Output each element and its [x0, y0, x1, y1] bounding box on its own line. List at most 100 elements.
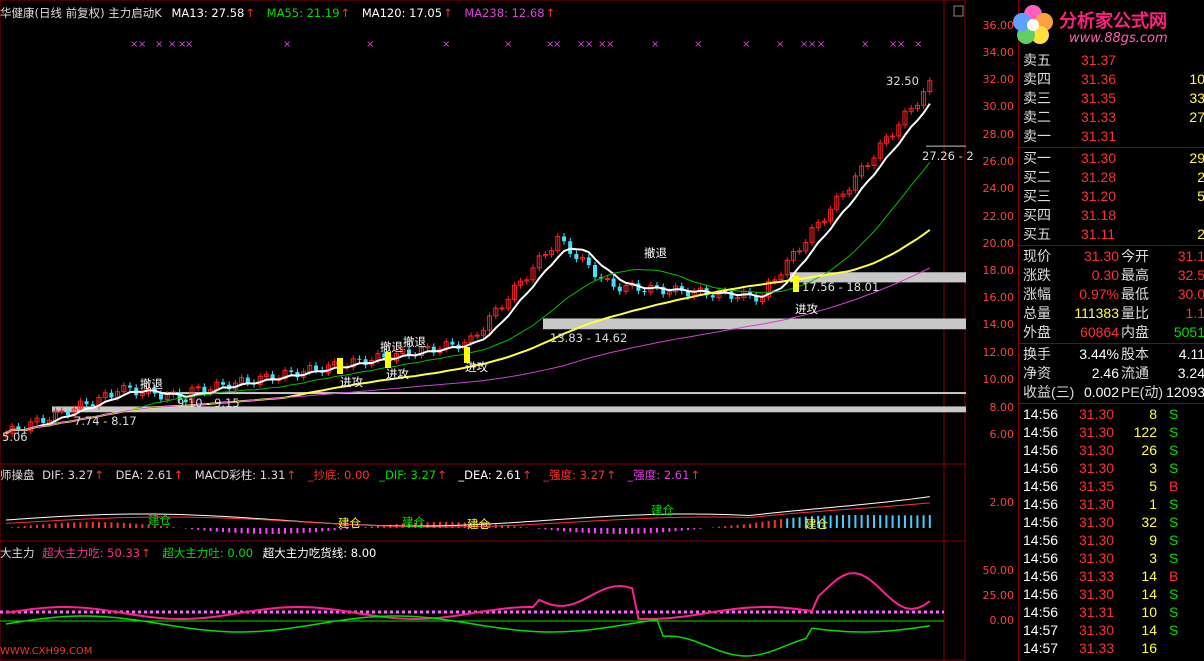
- ask-volume: 33: [1189, 90, 1204, 106]
- bid-volume: 2: [1197, 169, 1204, 185]
- force-header: 大主力 超大主力吃: 50.33↑ 超大主力吐: 0.00 超大主力吃货线: 8…: [0, 546, 377, 560]
- main-chart-header: 华健康(日线 前复权) 主力启动K MA13: 27.58↑ MA55: 21.…: [0, 6, 556, 20]
- tick-price: 31.30: [1079, 406, 1115, 422]
- tick-price: 31.33: [1079, 568, 1115, 584]
- tick-time: 14:56: [1023, 550, 1059, 566]
- price-tick: 8.00: [989, 401, 1015, 414]
- fund-value: 12093: [1166, 384, 1204, 400]
- tick-time: 14:56: [1023, 604, 1059, 620]
- signal-x-mark: ×: [155, 39, 163, 50]
- bid-row: 买一 31.30 29: [1019, 149, 1204, 168]
- price-tick: 22.00: [982, 210, 1015, 223]
- candle-body: [109, 392, 114, 398]
- tick-time: 14:56: [1023, 568, 1059, 584]
- bid-label: 买一: [1023, 150, 1051, 166]
- tick-volume: 14: [1141, 568, 1157, 584]
- retreat-signal: 撤退: [380, 340, 403, 354]
- quote-value: 31.1: [1177, 248, 1204, 264]
- tick-time: 14:56: [1023, 586, 1059, 602]
- site-logo[interactable]: 分析家公式网 www.88gs.com: [1009, 2, 1204, 50]
- low-price-label: 5.06: [2, 430, 28, 444]
- divider: [1019, 147, 1204, 148]
- price-tick: 10.00: [982, 373, 1015, 386]
- bid-label: 买四: [1023, 207, 1051, 223]
- signal-x-mark: ×: [914, 39, 922, 50]
- quote-label: 涨跌: [1023, 267, 1051, 283]
- candle-body: [159, 393, 163, 400]
- quote-value: 111383: [1074, 305, 1119, 321]
- quote-value: 5051: [1173, 324, 1204, 340]
- tick-volume: 3: [1149, 550, 1157, 566]
- tick-time: 14:56: [1023, 406, 1059, 422]
- ask-row: 卖四 31.36 10: [1019, 70, 1204, 89]
- signal-x-mark: ×: [776, 39, 784, 50]
- price-tick: 30.00: [982, 100, 1015, 113]
- signal-x-mark: ×: [283, 39, 291, 50]
- candle-body: [245, 377, 250, 383]
- tick-row: 14:56 31.30 14 S: [1019, 585, 1204, 604]
- logo-title: 分析家公式网: [1059, 11, 1167, 32]
- candle-body: [314, 365, 318, 371]
- tick-volume: 14: [1141, 586, 1157, 602]
- tick-volume: 1: [1149, 496, 1157, 512]
- ma120-value: MA120: 17.05: [361, 6, 443, 20]
- price-tick: 32.00: [982, 73, 1015, 86]
- signal-x-mark: ×: [168, 39, 176, 50]
- eat-line-value: 超大主力吃货线: 8.00: [262, 546, 377, 560]
- candle-body: [865, 164, 871, 167]
- signal-x-mark: ×: [817, 39, 825, 50]
- candle-body: [642, 290, 647, 293]
- bid-price: 31.18: [1081, 207, 1117, 223]
- tick-row: 14:56 31.30 32 S: [1019, 513, 1204, 532]
- candle-body: [611, 278, 616, 287]
- bid-label: 买五: [1023, 226, 1051, 242]
- signal-x-mark: ×: [742, 39, 750, 50]
- fund-row: 换手 3.44% 股本 4.11: [1019, 345, 1204, 364]
- signal-x-mark: ×: [366, 39, 374, 50]
- quote-row: 总量 111383 量比 1.1: [1019, 304, 1204, 323]
- price-tick: 14.00: [982, 318, 1015, 331]
- tick-time: 14:57: [1023, 622, 1059, 638]
- tick-price: 31.30: [1079, 424, 1115, 440]
- signal-x-mark: ×: [442, 39, 450, 50]
- ma13-value: MA13: 27.58: [171, 6, 245, 20]
- tick-price: 31.35: [1079, 478, 1115, 494]
- signal-x-mark: ×: [553, 39, 561, 50]
- tick-volume: 32: [1141, 514, 1157, 530]
- build-signal: 建仓: [338, 516, 361, 530]
- macd-tick: 2.00: [989, 496, 1015, 509]
- ask-label: 卖二: [1023, 109, 1051, 125]
- ask-price: 31.35: [1081, 90, 1117, 106]
- tick-price: 31.30: [1079, 460, 1115, 476]
- candle-body: [797, 250, 803, 253]
- signal-x-mark: ×: [138, 39, 146, 50]
- tick-row: 14:56 31.30 9 S: [1019, 531, 1204, 550]
- tick-time: 14:56: [1023, 496, 1059, 512]
- attack-signal: 进攻: [795, 302, 818, 316]
- eat-value: 超大主力吃: 50.33: [42, 546, 141, 560]
- fund-value: 4.11: [1178, 346, 1204, 362]
- quote-value: 0.30: [1091, 267, 1119, 283]
- bid-volume: 29: [1189, 150, 1204, 166]
- fund-value: 2.46: [1091, 365, 1119, 381]
- signal-x-mark: ×: [185, 39, 193, 50]
- high-price-label: 32.50: [886, 74, 919, 88]
- retreat-signal: 撤退: [140, 377, 163, 391]
- divider: [1019, 343, 1204, 344]
- tick-price: 31.30: [1079, 532, 1115, 548]
- tick-side: S: [1169, 496, 1179, 512]
- tick-side: S: [1169, 532, 1179, 548]
- fund-label: 净资: [1023, 365, 1051, 381]
- fund-value: 3.24: [1177, 365, 1204, 381]
- divider: [1019, 245, 1204, 246]
- kline-chart-area[interactable]: × × × × ×× × × × × ×× × × × × × × × × × × × × × × ×: [0, 0, 966, 661]
- zone-label-4: 7.74 - 8.17: [74, 414, 137, 428]
- quote-value: 60864: [1080, 324, 1119, 340]
- attack-signal: 进攻: [340, 375, 363, 389]
- quote-value: 31.30: [1083, 248, 1119, 264]
- quote-value: 32.5: [1177, 267, 1204, 283]
- candle-body: [59, 410, 65, 413]
- build-signal: 建仓: [148, 513, 171, 527]
- fund-row: 净资 2.46 流通 3.24: [1019, 364, 1204, 383]
- dea-value: DEA: 2.61: [115, 468, 173, 482]
